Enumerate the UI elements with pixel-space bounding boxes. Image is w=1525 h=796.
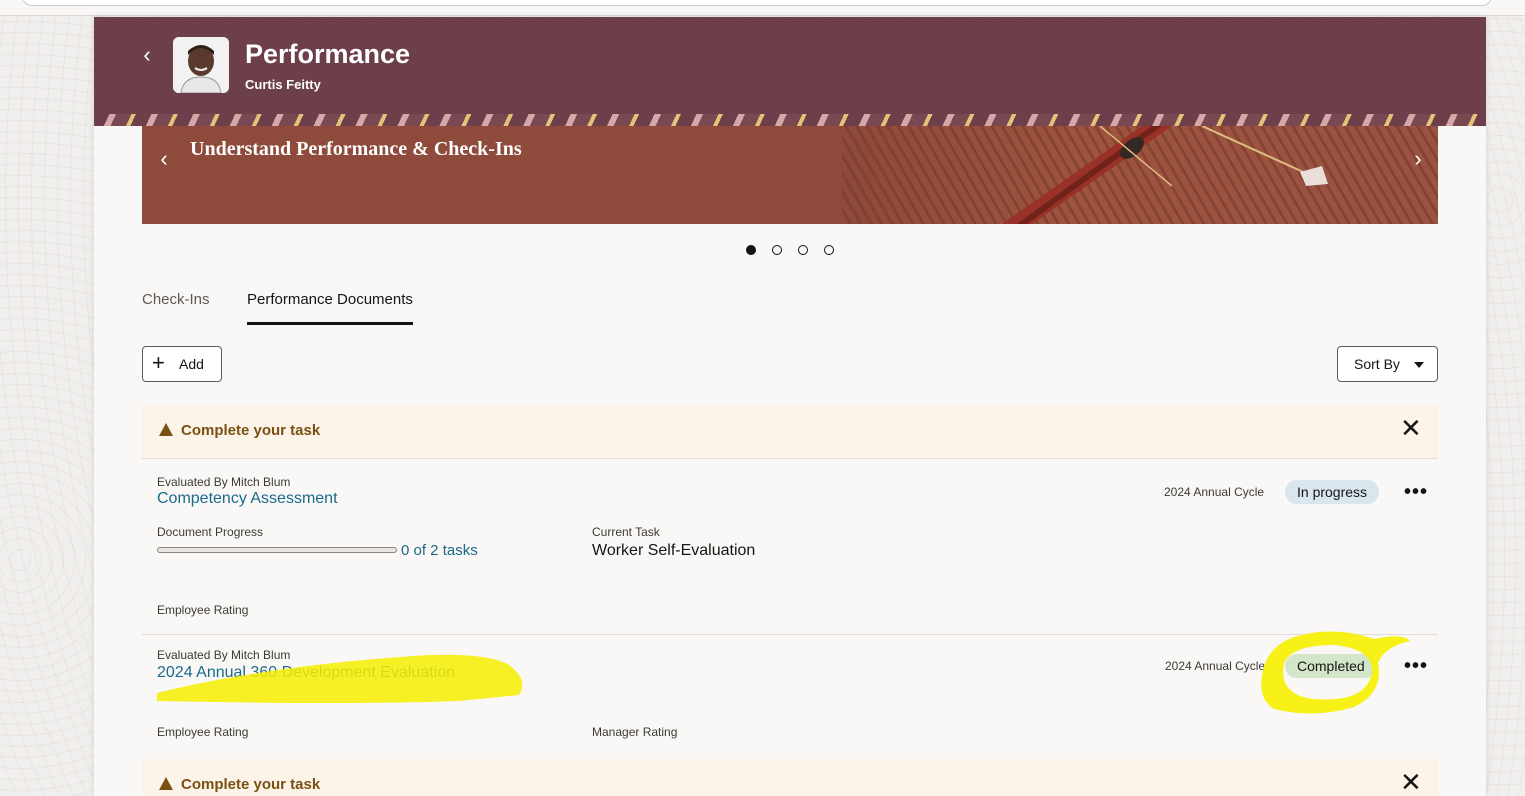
page-title: Performance — [245, 39, 411, 69]
current-task-value: Worker Self-Evaluation — [592, 542, 756, 559]
close-icon[interactable]: ✕ — [1400, 769, 1422, 795]
banner-illustration — [842, 126, 1438, 224]
sort-by-label: Sort By — [1354, 356, 1400, 372]
page-header: ‹ Performance Curtis Feitty — [94, 17, 1486, 126]
current-task-label: Current Task — [592, 525, 660, 539]
task-alert: Complete your task ✕ — [142, 405, 1438, 459]
header-decoration — [94, 114, 1486, 126]
document-card: Evaluated By Mitch Blum Competency Asses… — [142, 460, 1438, 635]
document-link[interactable]: Competency Assessment — [157, 490, 338, 508]
add-button[interactable]: + Add — [142, 346, 222, 382]
avatar — [173, 37, 229, 93]
carousel-dot[interactable] — [746, 245, 756, 255]
evaluated-by: Evaluated By Mitch Blum — [157, 648, 291, 662]
warning-icon — [159, 423, 173, 436]
evaluated-by: Evaluated By Mitch Blum — [157, 475, 291, 489]
address-bar-edge — [22, 0, 1492, 6]
employee-rating-label: Employee Rating — [157, 603, 249, 617]
banner-prev-button[interactable]: ‹ — [154, 146, 174, 172]
task-alert-text: Complete your task — [181, 422, 321, 439]
boat-illustration-icon — [1002, 126, 1328, 224]
tab-performance-documents[interactable]: Performance Documents — [247, 291, 413, 325]
status-badge: In progress — [1285, 480, 1380, 504]
add-button-label: Add — [179, 356, 204, 372]
info-banner[interactable]: ‹ Understand Performance & Check-Ins › — [142, 126, 1438, 224]
progress-label: Document Progress — [157, 525, 264, 539]
carousel-dot[interactable] — [824, 245, 834, 255]
banner-next-button[interactable]: › — [1408, 146, 1428, 172]
tasks-count-link[interactable]: 0 of 2 tasks — [401, 542, 478, 559]
more-actions-icon[interactable]: ••• — [1404, 482, 1428, 502]
cycle-label: 2024 Annual Cycle — [1165, 659, 1266, 673]
document-card: Evaluated By Mitch Blum 2024 Annual 360 … — [142, 635, 1438, 757]
manager-rating-label: Manager Rating — [592, 725, 678, 739]
browser-top-strip — [0, 0, 1525, 16]
tab-bar: Check-Ins Performance Documents — [142, 287, 742, 327]
sort-by-button[interactable]: Sort By — [1337, 346, 1438, 382]
carousel-dot[interactable] — [772, 245, 782, 255]
person-photo-icon — [173, 37, 229, 93]
tab-check-ins[interactable]: Check-Ins — [142, 291, 210, 322]
warning-icon — [159, 777, 173, 790]
task-alert-text: Complete your task — [181, 776, 321, 793]
cycle-label: 2024 Annual Cycle — [1164, 485, 1265, 499]
performance-page: ‹ Performance Curtis Feitty ‹ Understand… — [94, 17, 1486, 796]
banner-title: Understand Performance & Check-Ins — [190, 138, 522, 160]
carousel-dot[interactable] — [798, 245, 808, 255]
caret-down-icon — [1414, 362, 1424, 368]
chevron-left-icon[interactable]: ‹ — [136, 44, 158, 67]
employee-rating-label: Employee Rating — [157, 725, 249, 739]
plus-icon: + — [152, 350, 165, 375]
carousel-indicators — [744, 245, 844, 257]
employee-name: Curtis Feitty — [245, 77, 321, 92]
status-badge: Completed — [1285, 654, 1377, 678]
more-actions-icon[interactable]: ••• — [1404, 656, 1428, 676]
progress-bar — [157, 547, 397, 553]
close-icon[interactable]: ✕ — [1400, 415, 1422, 441]
task-alert: Complete your task ✕ — [142, 759, 1438, 796]
document-link[interactable]: 2024 Annual 360 Development Evaluation — [157, 664, 455, 682]
